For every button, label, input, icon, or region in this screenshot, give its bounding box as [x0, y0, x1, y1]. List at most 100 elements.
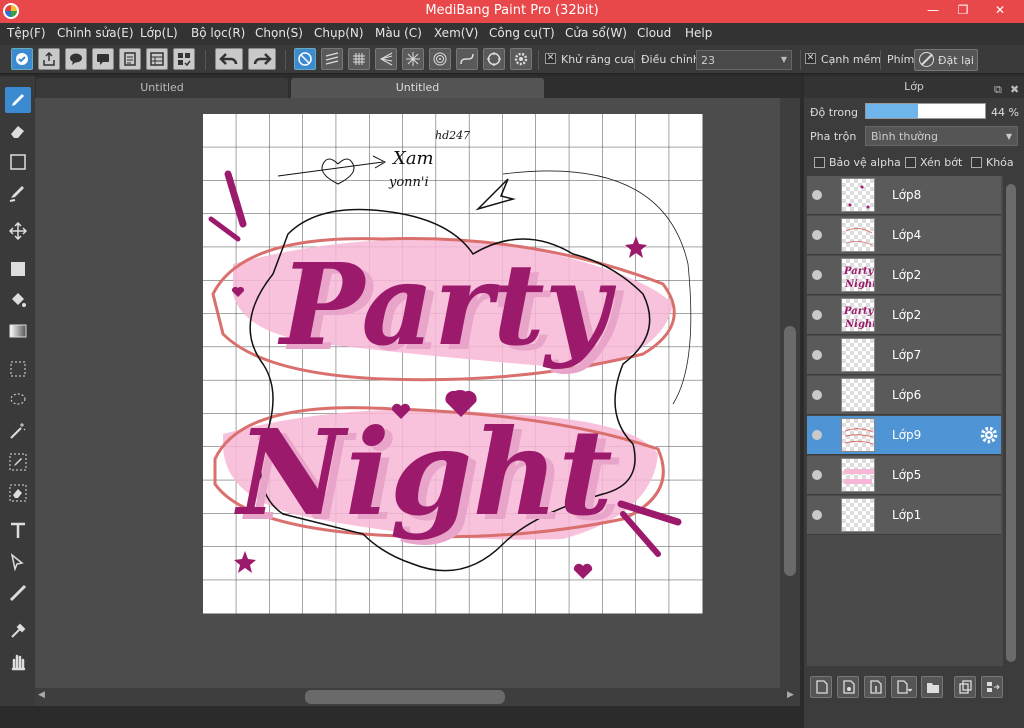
undo-button[interactable]	[215, 48, 243, 70]
menu-window[interactable]: Cửa sổ(W)	[565, 26, 627, 40]
menu-filter[interactable]: Bộ lọc(R)	[191, 26, 245, 40]
soft-edge-checkbox[interactable]: ✕	[805, 53, 816, 64]
visibility-eye-icon[interactable]	[812, 230, 822, 240]
menu-help[interactable]: Help	[685, 26, 712, 40]
visibility-eye-icon[interactable]	[812, 430, 822, 440]
lasso-tool-icon[interactable]	[5, 387, 31, 413]
panel-layout-button[interactable]	[146, 48, 168, 70]
text-tool-icon[interactable]	[5, 518, 31, 544]
drawing-canvas[interactable]: Party Party Night Night Xam yonn'i hd247	[203, 114, 703, 614]
brush-tool-icon[interactable]	[5, 87, 31, 113]
comment-button[interactable]	[92, 48, 114, 70]
scroll-thumb[interactable]	[1006, 184, 1016, 662]
menu-file[interactable]: Tệp(F)	[7, 26, 46, 40]
menu-cloud[interactable]: Cloud	[637, 26, 671, 40]
layer-row[interactable]: Lớp1	[807, 496, 1001, 535]
layer-settings-gear-icon[interactable]	[979, 425, 999, 445]
minimize-icon[interactable]: —	[918, 0, 948, 20]
cloud-save-button[interactable]	[11, 48, 33, 70]
menu-layer[interactable]: Lớp(L)	[140, 26, 178, 40]
new-layer-icon[interactable]	[810, 676, 832, 698]
menu-snapshot[interactable]: Chụp(N)	[314, 26, 364, 40]
clipping-checkbox[interactable]	[905, 157, 916, 168]
snap-off-button[interactable]	[294, 48, 316, 70]
select-pen-tool-icon[interactable]	[5, 449, 31, 475]
operation-tool-icon[interactable]	[5, 549, 31, 575]
visibility-eye-icon[interactable]	[812, 510, 822, 520]
merge-layer-icon[interactable]	[981, 676, 1003, 698]
layer-thumbnail: Party Night	[841, 298, 875, 332]
circle-snap-button[interactable]	[483, 48, 505, 70]
scroll-right-icon[interactable]: ▶	[787, 690, 794, 700]
layer-row[interactable]: Lớp6	[807, 376, 1001, 415]
tiles-button[interactable]	[173, 48, 195, 70]
rect-select-tool-icon[interactable]	[5, 356, 31, 382]
layer-list-scrollbar[interactable]	[1003, 176, 1019, 666]
grid-snap-button[interactable]	[348, 48, 370, 70]
menu-edit[interactable]: Chỉnh sửa(E)	[57, 26, 134, 40]
new-halftone-layer-icon[interactable]	[837, 676, 859, 698]
menu-view[interactable]: Xem(V)	[434, 26, 478, 40]
move-tool-icon[interactable]	[5, 218, 31, 244]
snap-settings-gear-icon[interactable]	[510, 48, 532, 70]
page-button[interactable]	[119, 48, 141, 70]
parallel-snap-button[interactable]	[321, 48, 343, 70]
close-icon[interactable]: ✕	[980, 0, 1020, 20]
perspective-snap-button[interactable]	[375, 48, 397, 70]
gradient-tool-icon[interactable]	[5, 318, 31, 344]
layer-row[interactable]: Party Night Lớp2	[807, 296, 1001, 335]
canvas-horizontal-scrollbar[interactable]: ◀ ▶	[35, 688, 800, 706]
concentric-snap-button[interactable]	[429, 48, 451, 70]
eraser-tool-icon[interactable]	[5, 118, 31, 144]
reset-button[interactable]: Đặt lại	[914, 49, 978, 71]
canvas-vertical-scrollbar[interactable]	[780, 98, 800, 688]
undock-icon[interactable]: ⧉	[994, 79, 1002, 101]
layer-row[interactable]: Lớp7	[807, 336, 1001, 375]
rectangle-tool-icon[interactable]	[5, 149, 31, 175]
blend-mode-dropdown[interactable]: Bình thường ▼	[865, 126, 1018, 146]
divide-tool-icon[interactable]	[5, 580, 31, 606]
add-layer-menu-icon[interactable]	[891, 676, 917, 698]
new-1bit-layer-icon[interactable]	[864, 676, 886, 698]
select-eraser-tool-icon[interactable]	[5, 480, 31, 506]
curve-snap-button[interactable]	[456, 48, 478, 70]
scroll-thumb[interactable]	[305, 690, 505, 704]
eyedropper-tool-icon[interactable]	[5, 618, 31, 644]
antialias-checkbox[interactable]: ✕	[545, 53, 556, 64]
lock-checkbox[interactable]	[971, 157, 982, 168]
adjust-dropdown[interactable]: 23 ▼	[696, 50, 792, 70]
hand-tool-icon[interactable]	[5, 649, 31, 675]
protect-alpha-checkbox[interactable]	[814, 157, 825, 168]
close-panel-icon[interactable]: ✖	[1010, 79, 1019, 101]
tab-untitled-1[interactable]: Untitled	[36, 78, 288, 98]
opacity-slider[interactable]	[865, 103, 986, 119]
visibility-eye-icon[interactable]	[812, 470, 822, 480]
tab-untitled-2[interactable]: Untitled	[291, 78, 544, 98]
layer-row-selected[interactable]: Lớp9	[807, 416, 1001, 455]
layer-row[interactable]: Lớp5	[807, 456, 1001, 495]
duplicate-layer-icon[interactable]	[954, 676, 976, 698]
restore-icon[interactable]: ❐	[948, 0, 978, 20]
magic-wand-tool-icon[interactable]	[5, 418, 31, 444]
visibility-eye-icon[interactable]	[812, 190, 822, 200]
visibility-eye-icon[interactable]	[812, 350, 822, 360]
layer-row[interactable]: Lớp4	[807, 216, 1001, 255]
bucket-tool-icon[interactable]	[5, 287, 31, 313]
scroll-left-icon[interactable]: ◀	[38, 690, 45, 700]
speech-bubble-button[interactable]	[65, 48, 87, 70]
fill-shape-tool-icon[interactable]	[5, 256, 31, 282]
visibility-eye-icon[interactable]	[812, 270, 822, 280]
scroll-thumb[interactable]	[784, 326, 796, 576]
menu-select[interactable]: Chọn(S)	[255, 26, 303, 40]
share-button[interactable]	[38, 48, 60, 70]
redo-button[interactable]	[248, 48, 276, 70]
menu-tools[interactable]: Công cụ(T)	[489, 26, 555, 40]
visibility-eye-icon[interactable]	[812, 390, 822, 400]
dot-brush-tool-icon[interactable]	[5, 180, 31, 206]
radial-snap-button[interactable]	[402, 48, 424, 70]
layer-row[interactable]: Party Night Lớp2	[807, 256, 1001, 295]
menu-color[interactable]: Màu (C)	[375, 26, 422, 40]
new-folder-icon[interactable]	[921, 676, 943, 698]
visibility-eye-icon[interactable]	[812, 310, 822, 320]
layer-row[interactable]: Lớp8	[807, 176, 1001, 215]
